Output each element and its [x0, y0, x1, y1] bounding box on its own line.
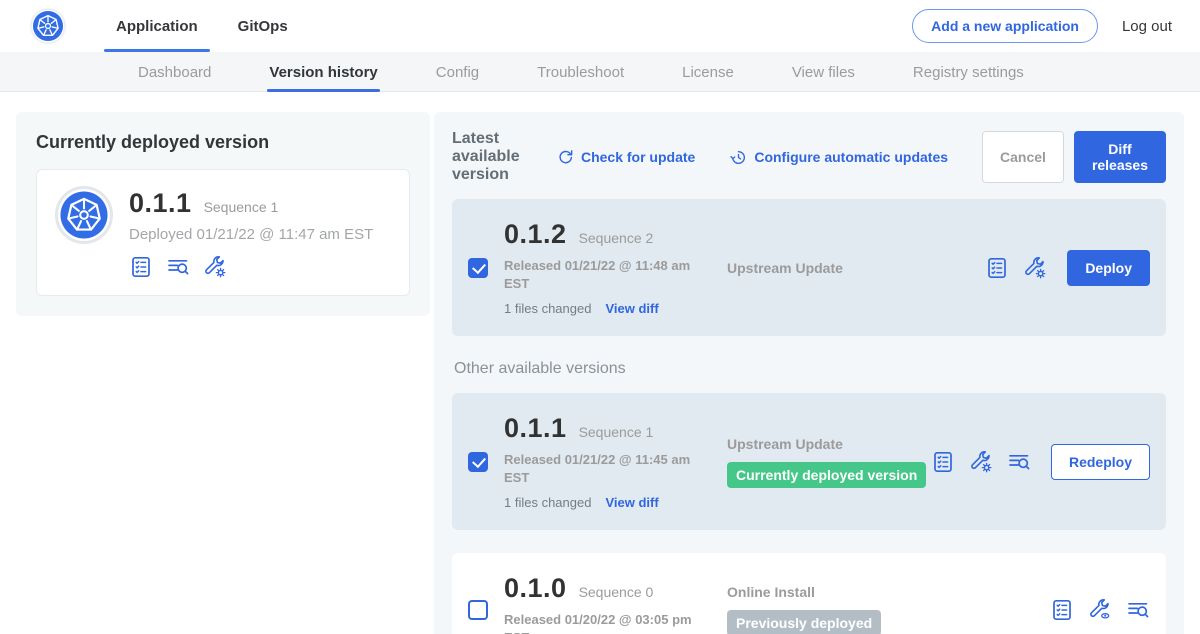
version-row-0-1-0: 0.1.0 Sequence 0 Released 01/20/22 @ 03:…: [452, 553, 1166, 634]
app-subnav: Dashboard Version history Config Trouble…: [0, 52, 1200, 92]
version-info: 0.1.2 Sequence 2 Released 01/21/22 @ 11:…: [504, 219, 719, 316]
view-logs-icon[interactable]: [1007, 450, 1031, 474]
latest-version-header: Latest available version Check for updat…: [452, 130, 1166, 184]
released-timestamp: Released 01/20/22 @ 03:05 pm EST: [504, 611, 709, 634]
view-logs-icon[interactable]: [1126, 598, 1150, 622]
subnav-tab-view-files[interactable]: View files: [792, 52, 855, 92]
source-label: Upstream Update: [727, 260, 985, 276]
deployed-timestamp: Deployed 01/21/22 @ 11:47 am EST: [129, 226, 373, 243]
subnav-tab-dashboard[interactable]: Dashboard: [138, 52, 211, 92]
kubernetes-logo: [30, 8, 66, 44]
version-number: 0.1.0: [504, 573, 567, 604]
deployed-version-number: 0.1.1: [129, 188, 192, 219]
version-source: Upstream Update: [727, 260, 985, 276]
header-actions: Cancel Diff releases: [982, 131, 1166, 183]
release-notes-icon[interactable]: [985, 256, 1009, 280]
edit-config-icon[interactable]: [203, 255, 227, 279]
tab-gitops[interactable]: GitOps: [224, 0, 302, 52]
deployed-version-info: 0.1.1 Sequence 1 Deployed 01/21/22 @ 11:…: [129, 186, 373, 279]
schedule-icon: [729, 148, 748, 167]
version-sequence: Sequence 1: [579, 424, 654, 440]
cancel-button[interactable]: Cancel: [982, 131, 1064, 183]
topnav-tabs: Application GitOps: [102, 0, 314, 52]
check-for-update-label: Check for update: [581, 149, 695, 165]
other-versions-heading: Other available versions: [454, 360, 1164, 378]
currently-deployed-title: Currently deployed version: [36, 132, 410, 153]
source-label: Upstream Update: [727, 436, 931, 452]
top-navbar: Application GitOps Add a new application…: [0, 0, 1200, 52]
kubernetes-app-icon: [59, 190, 109, 240]
version-actions: Redeploy: [931, 444, 1150, 480]
subnav-tab-license[interactable]: License: [682, 52, 734, 92]
files-changed-label: 1 files changed: [504, 301, 591, 316]
version-sequence: Sequence 0: [579, 584, 654, 600]
released-timestamp: Released 01/21/22 @ 11:45 am EST: [504, 451, 709, 486]
refresh-icon: [556, 148, 575, 167]
version-row-0-1-1: 0.1.1 Sequence 1 Released 01/21/22 @ 11:…: [452, 393, 1166, 530]
files-changed-label: 1 files changed: [504, 495, 591, 510]
diff-releases-button[interactable]: Diff releases: [1074, 131, 1166, 183]
version-row-0-1-2: 0.1.2 Sequence 2 Released 01/21/22 @ 11:…: [452, 199, 1166, 336]
version-checkbox[interactable]: [468, 452, 488, 472]
view-diff-link[interactable]: View diff: [605, 301, 658, 316]
subnav-tab-config[interactable]: Config: [436, 52, 479, 92]
currently-deployed-panel: Currently deployed version 0.1.1 Sequenc…: [16, 112, 430, 316]
deploy-button[interactable]: Deploy: [1067, 250, 1150, 286]
source-label: Online Install: [727, 584, 1050, 600]
version-sequence: Sequence 2: [579, 230, 654, 246]
redeploy-button[interactable]: Redeploy: [1051, 444, 1150, 480]
subnav-tab-registry-settings[interactable]: Registry settings: [913, 52, 1024, 92]
latest-version-title: Latest available version: [452, 130, 530, 184]
kubernetes-logo-icon: [32, 10, 64, 42]
check-for-update-link[interactable]: Check for update: [556, 148, 695, 167]
version-source: Online Install Previously deployed: [727, 584, 1050, 634]
edit-config-icon[interactable]: [1023, 256, 1047, 280]
version-actions: Deploy: [985, 250, 1150, 286]
subnav-tab-troubleshoot[interactable]: Troubleshoot: [537, 52, 624, 92]
add-application-button[interactable]: Add a new application: [912, 9, 1098, 43]
configure-auto-updates-link[interactable]: Configure automatic updates: [729, 148, 948, 167]
app-avatar: [55, 186, 113, 244]
logout-button[interactable]: Log out: [1122, 18, 1172, 35]
edit-config-icon[interactable]: [969, 450, 993, 474]
version-number: 0.1.1: [504, 413, 567, 444]
version-number: 0.1.2: [504, 219, 567, 250]
version-source: Upstream Update Currently deployed versi…: [727, 436, 931, 488]
deployed-version-sequence: Sequence 1: [204, 199, 279, 215]
configure-auto-updates-label: Configure automatic updates: [754, 149, 948, 165]
version-checkbox[interactable]: [468, 258, 488, 278]
version-info: 0.1.1 Sequence 1 Released 01/21/22 @ 11:…: [504, 413, 719, 510]
release-notes-icon[interactable]: [931, 450, 955, 474]
released-timestamp: Released 01/21/22 @ 11:48 am EST: [504, 257, 709, 292]
main-content: Currently deployed version 0.1.1 Sequenc…: [0, 92, 1200, 634]
previously-deployed-badge: Previously deployed: [727, 610, 881, 634]
deployed-version-card: 0.1.1 Sequence 1 Deployed 01/21/22 @ 11:…: [36, 169, 410, 296]
deployed-version-actions: [129, 255, 373, 279]
version-history-panel: Latest available version Check for updat…: [434, 112, 1184, 634]
tab-application[interactable]: Application: [102, 0, 212, 52]
currently-deployed-badge: Currently deployed version: [727, 462, 926, 488]
topnav-right: Add a new application Log out: [912, 9, 1172, 43]
version-checkbox[interactable]: [468, 600, 488, 620]
view-logs-icon[interactable]: [166, 255, 190, 279]
view-config-icon[interactable]: [1088, 598, 1112, 622]
release-notes-icon[interactable]: [129, 255, 153, 279]
view-diff-link[interactable]: View diff: [605, 495, 658, 510]
version-actions: [1050, 598, 1150, 622]
subnav-tab-version-history[interactable]: Version history: [269, 52, 377, 92]
release-notes-icon[interactable]: [1050, 598, 1074, 622]
version-info: 0.1.0 Sequence 0 Released 01/20/22 @ 03:…: [504, 573, 719, 634]
